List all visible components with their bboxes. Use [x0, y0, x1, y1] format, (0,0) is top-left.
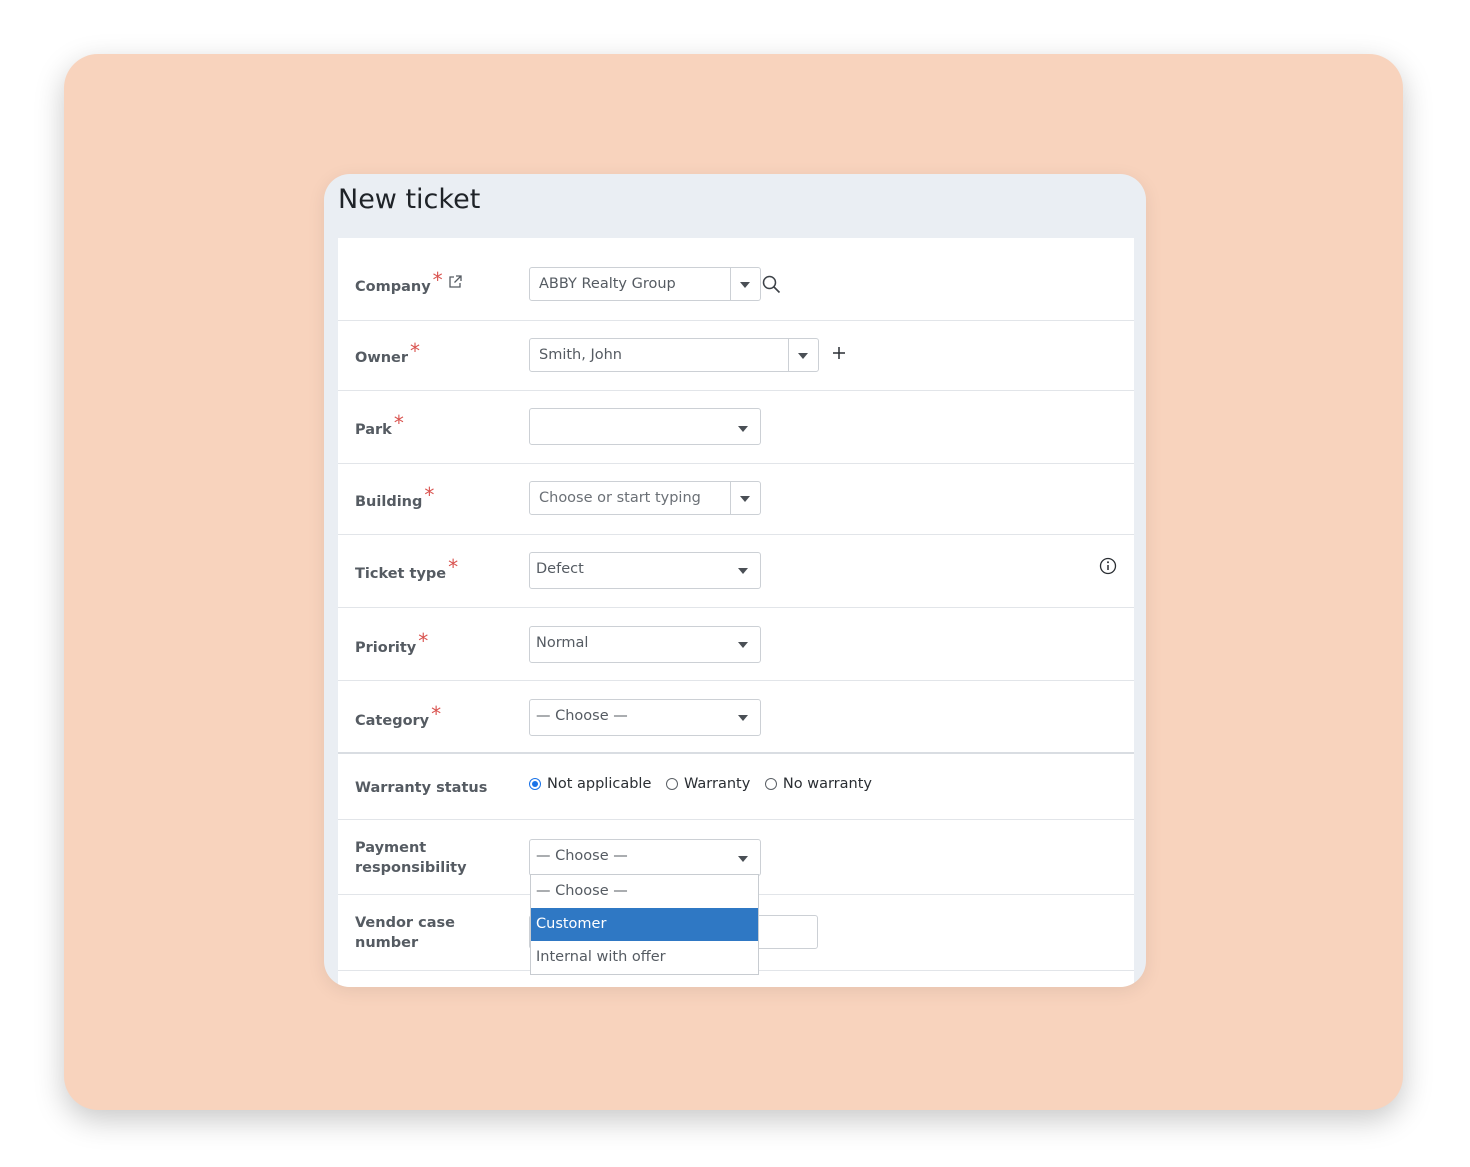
required-mark: *	[432, 268, 443, 292]
required-mark: *	[410, 339, 421, 363]
payment-select[interactable]: — Choose —	[529, 839, 761, 876]
chevron-down-icon	[798, 353, 808, 359]
required-mark: *	[431, 702, 442, 726]
dialog-title: New ticket	[338, 184, 481, 215]
owner-label-text: Owner	[355, 350, 409, 366]
company-select[interactable]: ABBY Realty Group	[529, 267, 761, 301]
park-label: Park *	[355, 413, 404, 440]
building-row: Building * Choose or start typing	[338, 464, 1134, 535]
ticket-type-label: Ticket type *	[355, 557, 458, 584]
priority-value: Normal	[536, 635, 589, 651]
payment-label: Payment responsibility	[355, 838, 467, 878]
warranty-row: Warranty status Not applicable Warranty …	[338, 754, 1134, 820]
chevron-down-icon	[738, 715, 748, 721]
ticket-type-select[interactable]: Defect	[529, 552, 761, 589]
vendor-case-label: Vendor case number	[355, 913, 455, 953]
building-label: Building *	[355, 485, 434, 512]
external-link-icon[interactable]	[447, 274, 463, 296]
building-dropdown-toggle[interactable]	[730, 482, 760, 514]
required-mark: *	[393, 411, 404, 435]
building-select[interactable]: Choose or start typing	[529, 481, 761, 515]
owner-dropdown-toggle[interactable]	[788, 339, 818, 371]
priority-select[interactable]: Normal	[529, 626, 761, 663]
radio-not-applicable[interactable]: Not applicable	[529, 776, 651, 792]
radio-dot[interactable]	[665, 778, 678, 790]
radio-no-warranty[interactable]: No warranty	[764, 776, 872, 792]
company-value: ABBY Realty Group	[539, 276, 676, 292]
radio-dot[interactable]	[529, 778, 541, 790]
category-select[interactable]: — Choose —	[529, 699, 761, 736]
payment-options-list: — Choose — Customer Internal with offer	[530, 874, 759, 975]
payment-label-line1: Payment	[355, 840, 427, 856]
building-label-text: Building	[355, 494, 423, 510]
priority-label: Priority *	[355, 631, 428, 658]
required-mark: *	[418, 629, 429, 653]
chevron-down-icon	[738, 642, 748, 648]
option-customer[interactable]: Customer	[531, 908, 758, 941]
plus-icon[interactable]	[832, 346, 846, 365]
ticket-type-row: Ticket type * Defect	[338, 535, 1134, 608]
radio-label: Warranty	[683, 776, 751, 792]
radio-label: No warranty	[782, 776, 872, 792]
priority-row: Priority * Normal	[338, 608, 1134, 681]
company-label: Company *	[355, 270, 463, 298]
option-choose[interactable]: — Choose —	[531, 875, 758, 908]
category-label: Category *	[355, 704, 441, 731]
category-row: Category * — Choose —	[338, 681, 1134, 754]
vendor-case-label-line1: Vendor case	[355, 915, 455, 931]
warranty-label: Warranty status	[355, 780, 488, 796]
owner-row: Owner * Smith, John	[338, 320, 1134, 391]
payment-value: — Choose —	[536, 848, 628, 864]
company-label-text: Company	[355, 279, 431, 295]
chevron-down-icon	[738, 856, 748, 862]
ticket-type-value: Defect	[536, 561, 584, 577]
company-row: Company * ABBY Realty Group	[338, 238, 1134, 321]
payment-label-line2: responsibility	[355, 860, 467, 876]
category-label-text: Category	[355, 713, 430, 729]
owner-label: Owner *	[355, 341, 420, 368]
park-label-text: Park	[355, 422, 392, 438]
park-select[interactable]	[529, 408, 761, 445]
required-mark: *	[424, 483, 435, 507]
owner-select[interactable]: Smith, John	[529, 338, 819, 372]
warranty-radio-group: Not applicable Warranty No warranty	[529, 776, 882, 794]
chevron-down-icon	[738, 426, 748, 432]
vendor-case-label-line2: number	[355, 935, 419, 951]
chevron-down-icon	[740, 496, 750, 502]
radio-label: Not applicable	[547, 776, 652, 792]
radio-warranty[interactable]: Warranty	[665, 776, 751, 792]
search-icon[interactable]	[762, 275, 781, 299]
ticket-type-label-text: Ticket type	[355, 566, 447, 582]
new-ticket-dialog: New ticket Company * ABBY Realty Group Ow…	[324, 174, 1146, 987]
category-value: — Choose —	[536, 708, 628, 724]
park-row: Park *	[338, 391, 1134, 464]
chevron-down-icon	[740, 282, 750, 288]
building-placeholder: Choose or start typing	[539, 490, 701, 506]
priority-label-text: Priority	[355, 640, 417, 656]
required-mark: *	[448, 555, 459, 579]
chevron-down-icon	[738, 568, 748, 574]
company-dropdown-toggle[interactable]	[730, 268, 760, 300]
owner-value: Smith, John	[539, 347, 622, 363]
info-icon[interactable]	[1099, 557, 1117, 580]
option-internal-with-offer[interactable]: Internal with offer	[531, 941, 758, 974]
radio-dot[interactable]	[764, 778, 777, 790]
